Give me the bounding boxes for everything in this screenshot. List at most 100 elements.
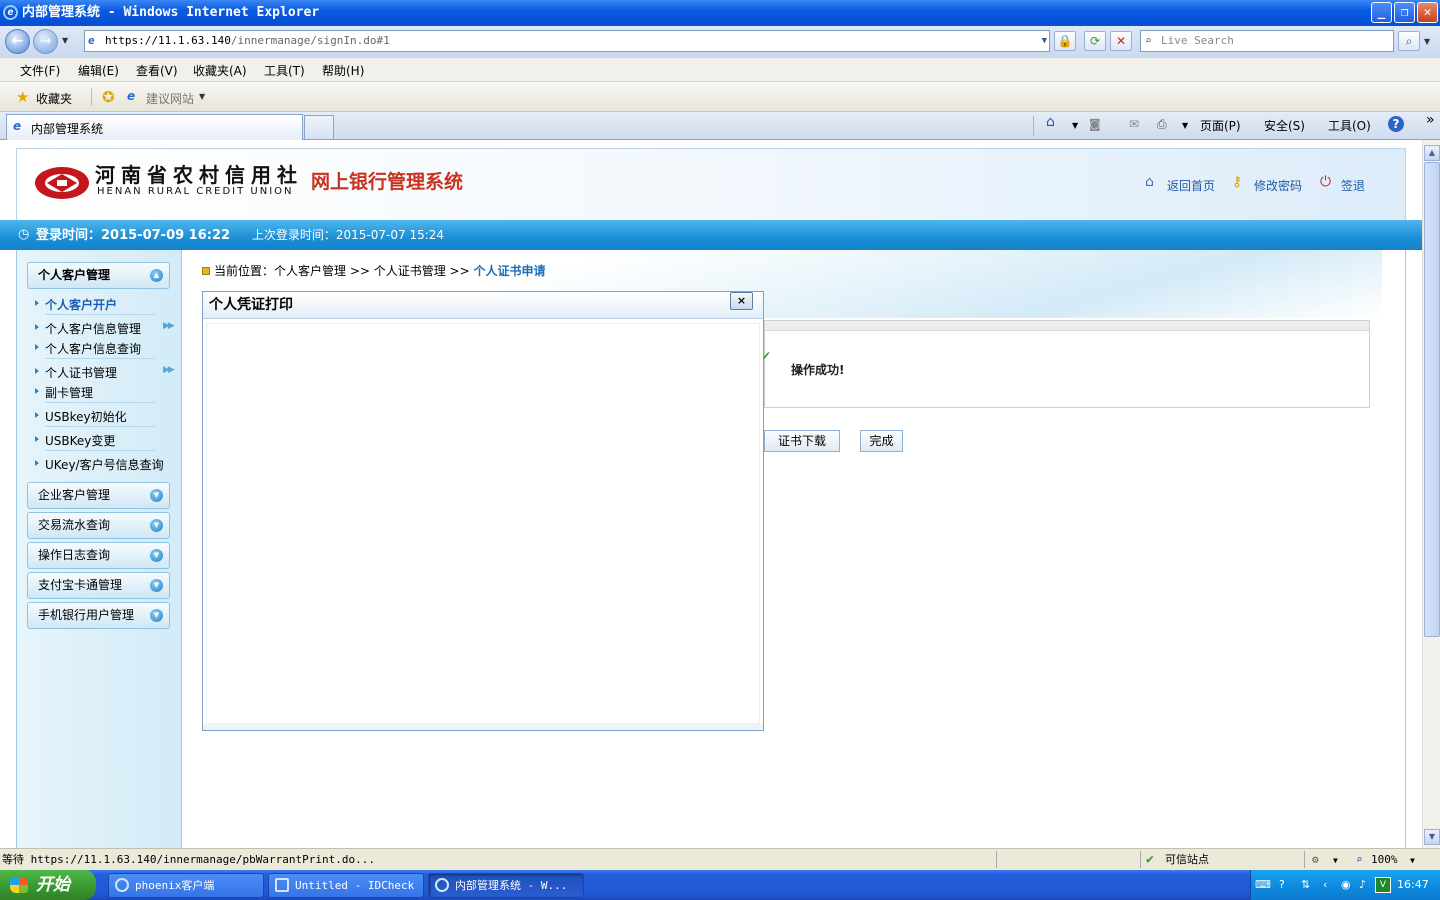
vc-app-icon[interactable]: V	[1375, 877, 1391, 893]
sidebar-item-info-query[interactable]: 个人客户信息查询	[34, 340, 141, 357]
refresh-button[interactable]: ⟳	[1084, 31, 1106, 51]
menu-tools[interactable]: 工具(T)	[264, 62, 305, 79]
show-hidden-icons[interactable]: ‹	[1323, 870, 1327, 900]
expand-icon: ▼	[150, 609, 163, 622]
task-label: 内部管理系统 - W...	[455, 879, 568, 892]
divider	[1033, 116, 1034, 136]
section-transaction-query[interactable]: 交易流水查询 ▼	[27, 512, 170, 539]
suggested-sites-link[interactable]: 建议网站	[146, 90, 194, 107]
security-tray-icon[interactable]: ◉	[1341, 870, 1351, 900]
history-dropdown-icon[interactable]: ▼	[62, 36, 68, 45]
menu-edit[interactable]: 编辑(E)	[78, 62, 119, 79]
finish-button[interactable]: 完成	[860, 430, 903, 452]
print-dropdown-icon[interactable]: ▼	[1182, 121, 1188, 130]
network-icon[interactable]: ⇅	[1301, 870, 1310, 900]
section-alipay-card[interactable]: 支付宝卡通管理 ▼	[27, 572, 170, 599]
task-idcheck[interactable]: Untitled - IDCheck	[268, 873, 424, 898]
stop-button[interactable]: ✕	[1110, 31, 1132, 51]
scroll-up-button[interactable]: ▲	[1424, 145, 1440, 161]
section-operation-log[interactable]: 操作日志查询 ▼	[27, 542, 170, 569]
restore-button[interactable]: ❐	[1394, 2, 1415, 23]
section-personal-customer[interactable]: 个人客户管理 ▲	[27, 262, 170, 289]
page-icon: e	[88, 34, 95, 47]
zoom-icon: ⌕	[1356, 853, 1363, 866]
new-tab-button[interactable]	[304, 115, 334, 139]
minimize-button[interactable]: _	[1371, 2, 1392, 23]
search-go-button[interactable]: ⌕	[1398, 31, 1420, 51]
sidebar-item-ukey-query[interactable]: UKey/客户号信息查询	[35, 456, 164, 473]
trusted-check-icon: ✔	[1146, 852, 1154, 867]
tab-active[interactable]: e 内部管理系统	[6, 114, 303, 140]
zoom-dropdown-icon[interactable]: ▼	[1410, 850, 1415, 871]
lock-icon[interactable]: 🔒	[1054, 31, 1076, 51]
home-icon[interactable]: ⌂	[1046, 114, 1055, 130]
system-tray: ⌨ ? ⇅ ‹ ◉ ♪ V 16:47	[1250, 870, 1440, 900]
suggested-dropdown-icon[interactable]: ▼	[199, 92, 205, 101]
tools-menu[interactable]: 工具(O)	[1328, 117, 1371, 134]
add-favorite-icon[interactable]: ✪	[102, 88, 115, 106]
task-ie[interactable]: 内部管理系统 - W...	[428, 873, 584, 898]
home-dropdown-icon[interactable]: ▼	[1072, 121, 1078, 130]
help-icon[interactable]: ?	[1388, 116, 1404, 132]
system-title: 网上银行管理系统	[311, 171, 464, 193]
section-label: 手机银行用户管理	[38, 608, 135, 622]
back-button[interactable]: ←	[5, 29, 30, 54]
breadcrumb: 当前位置：个人客户管理 >> 个人证书管理 >> 个人证书申请	[202, 262, 546, 279]
search-input[interactable]: ⌕ Live Search	[1140, 30, 1394, 52]
divider	[1140, 851, 1141, 868]
section-mobile-banking[interactable]: 手机银行用户管理 ▼	[27, 602, 170, 629]
protected-mode-dropdown-icon[interactable]: ▼	[1333, 850, 1338, 871]
safety-menu[interactable]: 安全(S)	[1264, 117, 1305, 134]
task-label: Untitled - IDCheck	[295, 879, 415, 892]
menu-view[interactable]: 查看(V)	[136, 62, 178, 79]
sidebar-item-usbkey-change[interactable]: USBKey变更	[34, 432, 115, 449]
rcu-logo-icon	[35, 167, 89, 199]
search-options-icon[interactable]: ▼	[1424, 37, 1430, 46]
overflow-icon[interactable]: »	[1426, 112, 1435, 128]
zoom-level[interactable]: 100%	[1371, 849, 1398, 870]
protected-mode-icon[interactable]: ⚙	[1312, 849, 1319, 870]
clock: 16:47	[1397, 878, 1429, 891]
task-phoenix[interactable]: phoenix客户端	[108, 873, 264, 898]
home-link[interactable]: 返回首页	[1167, 177, 1215, 194]
section-enterprise-customer[interactable]: 企业客户管理 ▼	[27, 482, 170, 509]
scroll-thumb[interactable]	[1424, 162, 1440, 637]
sidebar-item-usbkey-init[interactable]: USBkey初始化	[35, 408, 127, 425]
start-button[interactable]: 开始	[0, 870, 96, 900]
menu-favorites[interactable]: 收藏夹(A)	[193, 62, 247, 79]
address-input[interactable]: e https://11.1.63.140/innermanage/signIn…	[84, 30, 1050, 52]
tab-title: 内部管理系统	[31, 122, 104, 136]
logo-chinese-text: 河南省农村信用社	[95, 163, 303, 187]
close-window-button[interactable]: ✕	[1417, 2, 1438, 23]
menu-help[interactable]: 帮助(H)	[322, 62, 364, 79]
print-icon[interactable]: ⎙	[1157, 117, 1167, 132]
sidebar-item-cert-manage[interactable]: 个人证书管理	[34, 364, 117, 381]
sidebar-item-open-account[interactable]: 个人客户开户	[34, 296, 117, 313]
page-menu[interactable]: 页面(P)	[1200, 117, 1241, 134]
logo-english-text: HENAN RURAL CREDIT UNION	[97, 186, 294, 197]
sidebar-item-sub-card[interactable]: 副卡管理	[34, 384, 93, 401]
forward-button[interactable]: →	[33, 29, 58, 54]
favorites-button[interactable]: 收藏夹	[36, 90, 72, 107]
task-label: phoenix客户端	[135, 879, 215, 892]
logout-link[interactable]: 签退	[1341, 177, 1365, 194]
keyboard-icon[interactable]: ⌨	[1255, 870, 1271, 900]
help-tray-icon[interactable]: ?	[1279, 870, 1285, 900]
feeds-icon[interactable]: ◙	[1089, 117, 1101, 131]
dialog-footer	[203, 724, 763, 730]
dialog-close-button[interactable]: ×	[730, 292, 753, 310]
mail-icon[interactable]: ✉	[1129, 117, 1139, 131]
scroll-down-button[interactable]: ▼	[1424, 829, 1440, 845]
change-password-link[interactable]: 修改密码	[1254, 177, 1302, 194]
volume-icon[interactable]: ♪	[1359, 870, 1366, 900]
favorites-bar: ★ 收藏夹 ✪ e 建议网站 ▼	[0, 82, 1440, 112]
result-panel-header	[765, 321, 1369, 331]
security-zone[interactable]: 可信站点	[1165, 849, 1209, 870]
url-host: https://11.1.63.140	[105, 34, 231, 47]
key-icon: ⚷	[1232, 174, 1243, 190]
menu-file[interactable]: 文件(F)	[20, 62, 60, 79]
cert-download-button[interactable]: 证书下载	[764, 430, 840, 452]
vertical-scrollbar[interactable]: ▲ ▼	[1422, 140, 1440, 848]
sidebar-item-info-manage[interactable]: 个人客户信息管理	[34, 320, 141, 337]
address-dropdown-icon[interactable]: ▼	[1042, 31, 1047, 51]
